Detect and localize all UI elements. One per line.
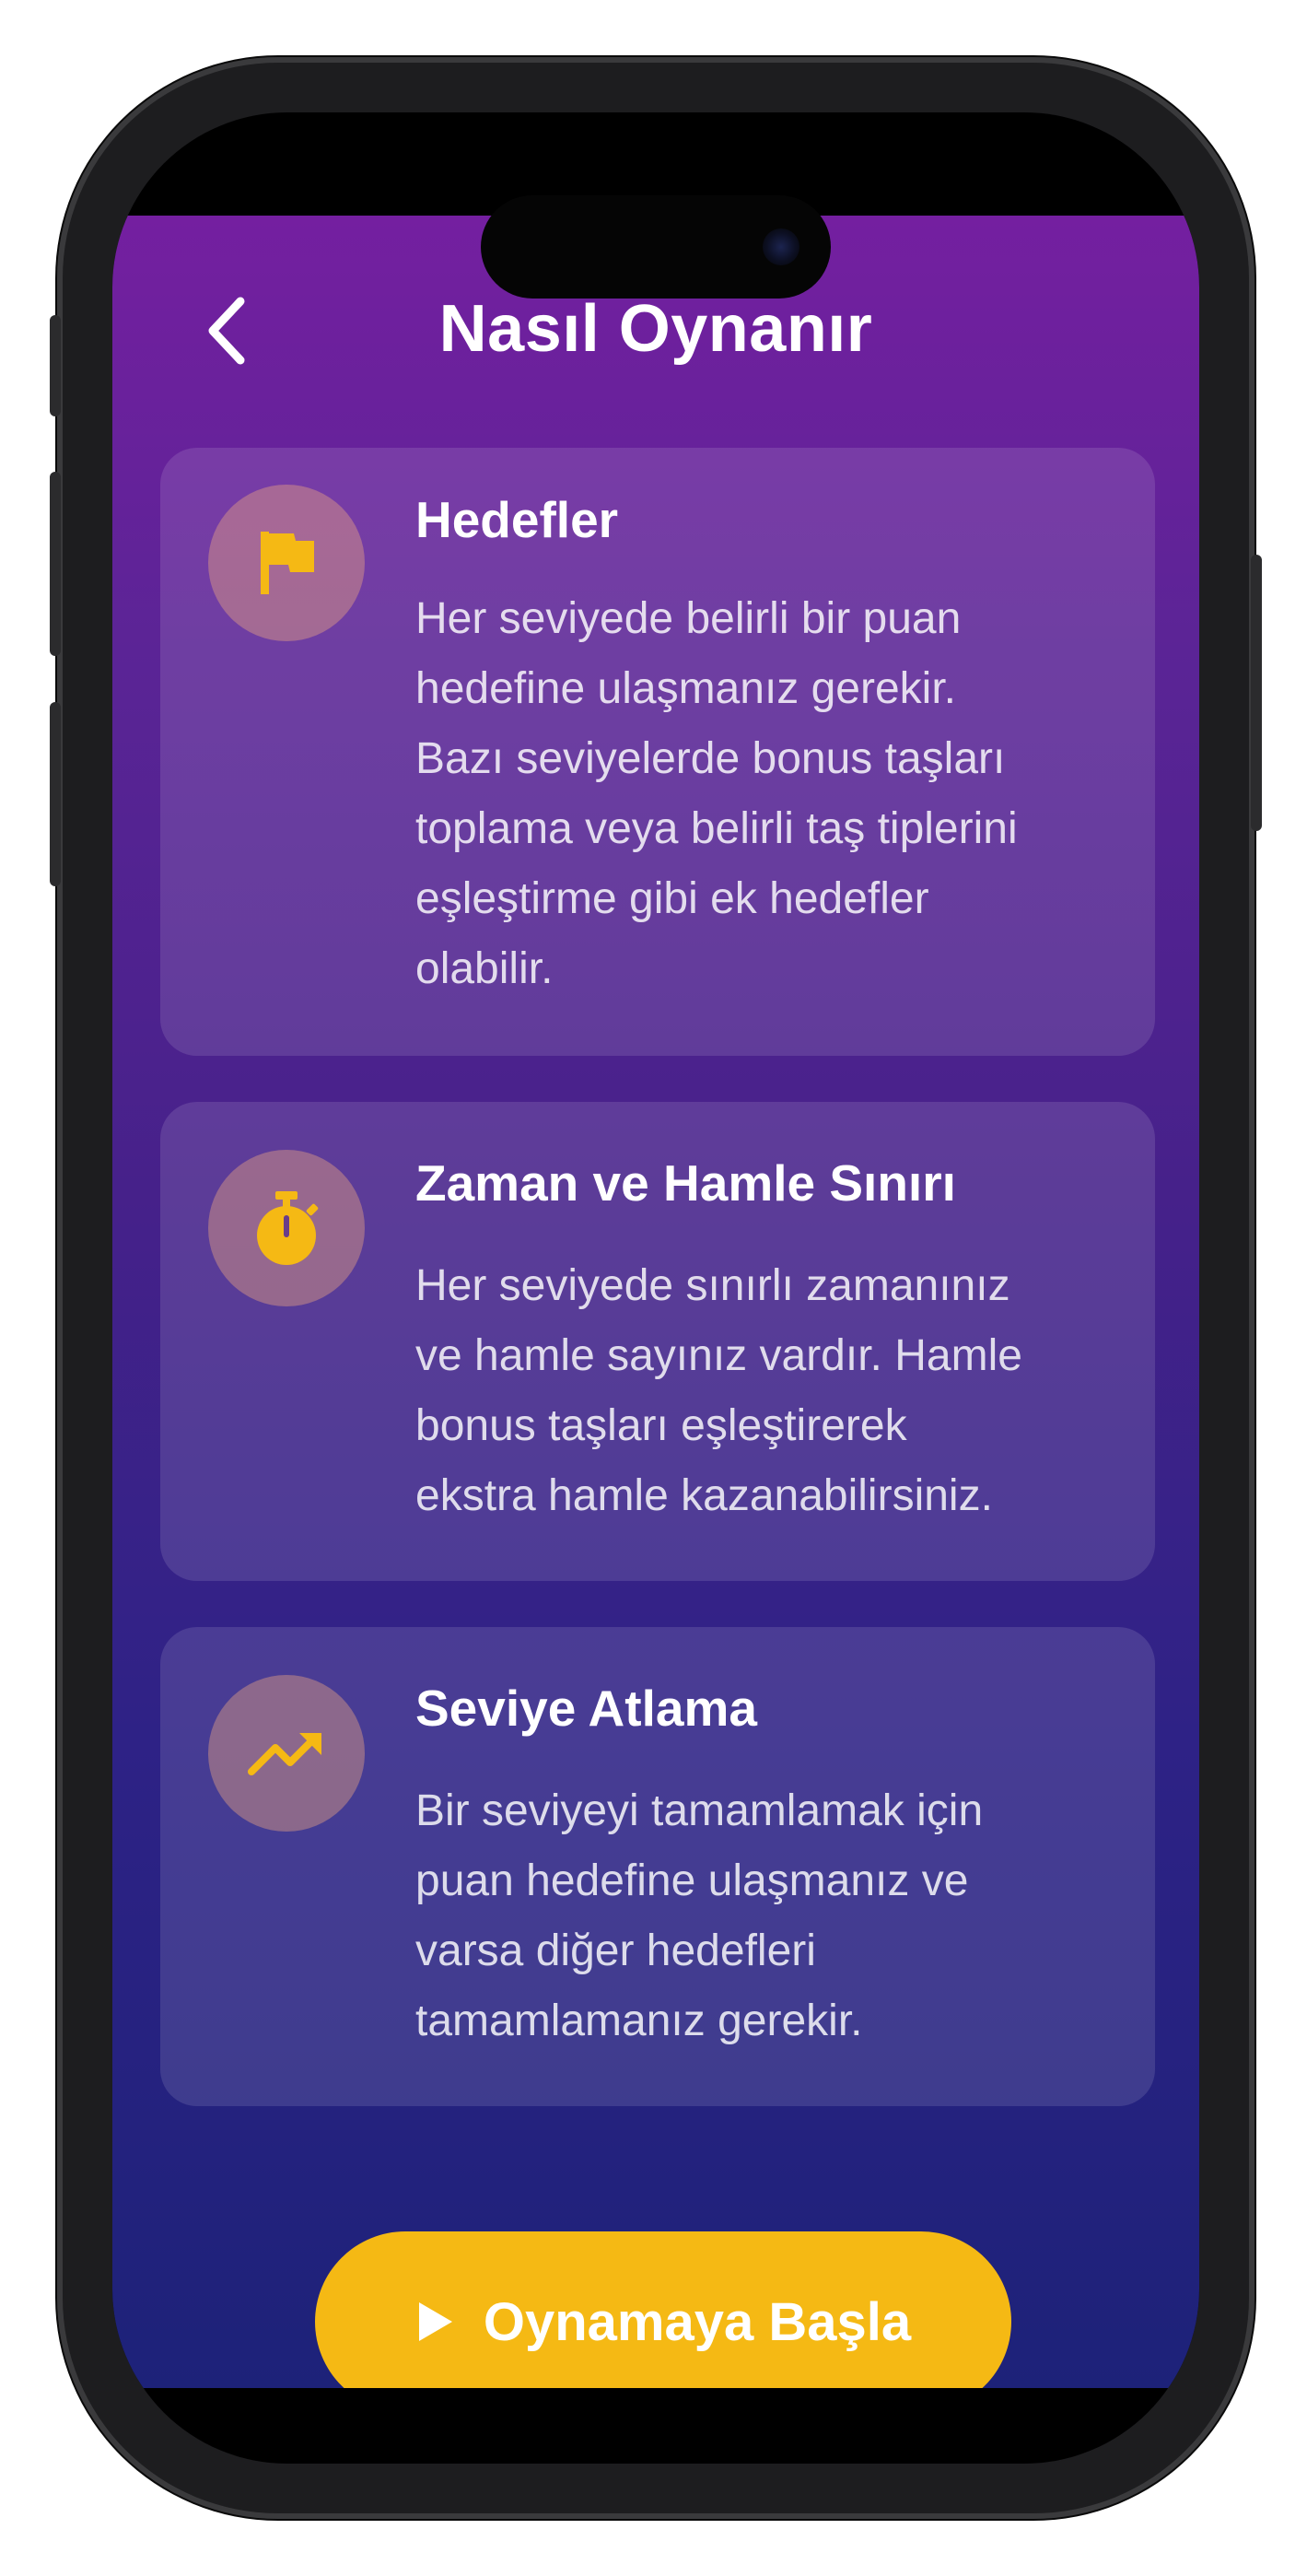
text-line: Her seviyede sınırlı zamanınız (415, 1261, 1010, 1310)
level-icon-badge (208, 1675, 365, 1832)
card-description: Her seviyede belirli bir puan hedefine u… (415, 584, 1134, 1004)
dynamic-island (481, 195, 831, 299)
text-line: eşleştirme gibi ek hedefler (415, 874, 929, 923)
card-goals: Hedefler Her seviyede belirli bir puan h… (160, 448, 1155, 1056)
trending-up-icon (248, 1733, 321, 1775)
volume-down-button (50, 702, 61, 886)
text-line: bonus taşları eşleştirerek (415, 1401, 907, 1450)
screen-bezel: Nasıl Oynanır Hedefler Her seviyede beli… (112, 112, 1199, 2464)
card-description: Her seviyede sınırlı zamanınız ve hamle … (415, 1251, 1134, 1531)
card-level-up: Seviye Atlama Bir seviyeyi tamamlamak iç… (160, 1627, 1155, 2106)
power-button (1251, 555, 1262, 831)
text-line: Her seviyede belirli bir puan (415, 594, 962, 643)
text-line: hedefine ulaşmanız gerekir. (415, 664, 957, 713)
goals-icon-badge (208, 485, 365, 641)
card-time-moves: Zaman ve Hamle Sınırı Her seviyede sınır… (160, 1102, 1155, 1581)
text-line: toplama veya belirli taş tiplerini (415, 804, 1018, 853)
text-line: ve hamle sayınız vardır. Hamle (415, 1331, 1022, 1380)
volume-up-button (50, 472, 61, 656)
play-icon (418, 2302, 452, 2341)
page-title: Nasıl Oynanır (438, 292, 873, 366)
card-title: Hedefler (415, 491, 619, 548)
text-line: olabilir. (415, 944, 554, 993)
action-button (50, 315, 61, 416)
text-line: Bazı seviyelerde bonus taşları (415, 734, 1006, 783)
app-screen: Nasıl Oynanır Hedefler Her seviyede beli… (112, 216, 1199, 2388)
card-title: Seviye Atlama (415, 1680, 757, 1737)
text-line: Bir seviyeyi tamamlamak için (415, 1786, 984, 1835)
text-line: tamamlamanız gerekir. (415, 1996, 863, 2045)
text-line: varsa diğer hedefleri (415, 1926, 816, 1975)
flag-icon (261, 532, 314, 594)
text-line: ekstra hamle kazanabilirsiniz. (415, 1471, 993, 1520)
start-playing-label: Oynamaya Başla (483, 2291, 912, 2352)
phone-frame: Nasıl Oynanır Hedefler Her seviyede beli… (50, 57, 1262, 2519)
camera-icon (763, 228, 799, 265)
timer-icon (257, 1191, 319, 1265)
card-title: Zaman ve Hamle Sınırı (415, 1154, 956, 1212)
time-icon-badge (208, 1150, 365, 1306)
start-playing-button[interactable]: Oynamaya Başla (315, 2231, 1011, 2388)
text-line: puan hedefine ulaşmanız ve (415, 1856, 969, 1905)
card-description: Bir seviyeyi tamamlamak için puan hedefi… (415, 1776, 1134, 2056)
